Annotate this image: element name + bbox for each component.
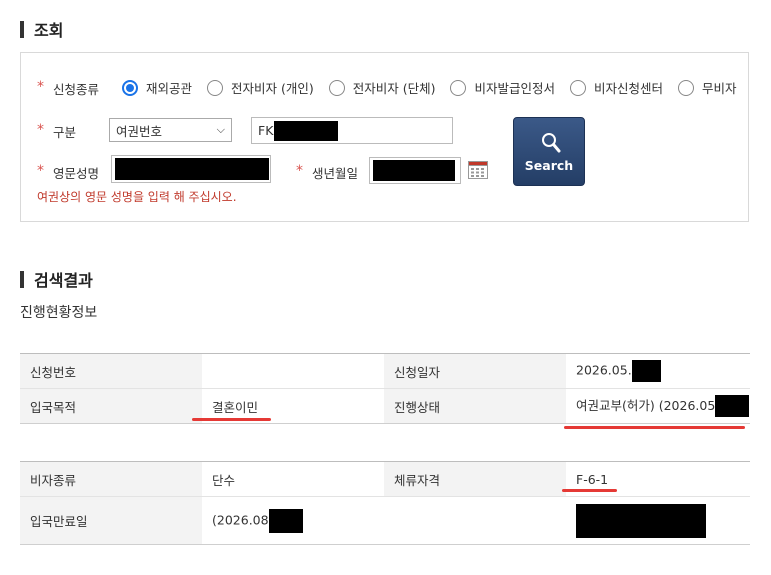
required-mark: * — [37, 79, 44, 95]
radio-button[interactable] — [207, 79, 224, 96]
highlight-underline — [562, 489, 617, 492]
redacted-block — [576, 503, 706, 538]
app-type-option[interactable]: 비자발급인정서 — [450, 78, 555, 97]
app-type-option[interactable]: 비자신청센터 — [570, 78, 663, 97]
app-type-option-label: 비자발급인정서 — [474, 81, 555, 96]
table-row: 입국만료일 (2026.08 — [20, 496, 750, 545]
table-row: 입국목적 결혼이민 진행상태 여권교부(허가) (2026.05 — [20, 388, 750, 424]
visa-table: 비자종류 단수 체류자격 F-6-1 입국만료일 (2026.08 — [20, 461, 750, 545]
app-type-option[interactable]: 전자비자 (단체) — [328, 78, 436, 97]
birth-date-label: 생년월일 — [312, 166, 359, 181]
app-type-option[interactable]: 재외공관 — [122, 78, 192, 97]
table-row: 신청번호 신청일자 2026.05. — [20, 353, 750, 389]
table-header-cell: 신청일자 — [384, 353, 566, 389]
app-type-option-label: 전자비자 (개인) — [231, 81, 314, 96]
redacted-block — [274, 120, 339, 141]
passport-number-input[interactable]: FK — [251, 117, 453, 144]
lookup-section-title: 조회 — [20, 17, 63, 41]
app-type-label: 신청종류 — [53, 82, 100, 97]
passport-number-prefix: FK — [258, 123, 274, 138]
name-hint-text: 여권상의 영문 성명을 입력 해 주십시오. — [37, 190, 237, 204]
app-type-option[interactable]: 무비자 — [678, 78, 737, 97]
app-type-option[interactable]: 전자비자 (개인) — [207, 78, 314, 97]
table-cell — [202, 354, 384, 389]
table-cell — [384, 497, 566, 545]
results-title-text: 검색결과 — [34, 271, 93, 290]
radio-button[interactable] — [450, 79, 467, 96]
table-cell: 단수 — [212, 472, 236, 488]
redacted-block — [715, 395, 750, 418]
title-bar-marker — [20, 20, 24, 38]
chevron-down-icon: ⌵ — [216, 123, 225, 136]
table-header-cell: 입국만료일 — [20, 496, 202, 545]
table-header-cell: 입국목적 — [20, 388, 202, 424]
app-type-option-label: 재외공관 — [146, 81, 193, 96]
progress-table: 신청번호 신청일자 2026.05. 입국목적 결혼이민 진행상태 여권교부(허… — [20, 353, 750, 424]
app-type-option-label: 전자비자 (단체) — [352, 81, 436, 96]
entry-purpose-value: 결혼이민 — [212, 399, 259, 415]
english-name-label: 영문성명 — [53, 166, 100, 181]
table-cell: 여권교부(허가) (2026.05 — [566, 389, 750, 424]
progress-status-value: 여권교부(허가) (2026.05 — [576, 397, 716, 413]
table-header-cell: 진행상태 — [384, 388, 566, 424]
search-button[interactable]: Search — [513, 117, 585, 186]
app-type-option-label: 무비자 — [702, 81, 737, 96]
application-date-value: 2026.05. — [576, 362, 632, 378]
search-icon — [542, 133, 561, 153]
table-row: 비자종류 단수 체류자격 F-6-1 — [20, 461, 750, 497]
radio-button[interactable] — [570, 79, 586, 96]
radio-button[interactable] — [678, 79, 695, 96]
redacted-block — [631, 360, 661, 382]
table-header-cell: 신청번호 — [20, 353, 202, 389]
redacted-block — [268, 508, 303, 533]
radio-button[interactable] — [122, 79, 138, 96]
table-cell: (2026.08 — [202, 497, 384, 545]
search-button-label: Search — [524, 158, 574, 173]
title-bar-marker — [20, 270, 24, 288]
category-select-value: 여권번호 — [116, 123, 163, 139]
category-label: 구분 — [53, 125, 77, 140]
table-cell — [566, 497, 750, 545]
table-cell: 2026.05. — [566, 354, 750, 389]
highlight-underline — [564, 426, 745, 429]
category-select[interactable]: 여권번호 ⌵ — [109, 118, 232, 142]
calendar-icon[interactable] — [468, 160, 488, 179]
english-name-input[interactable] — [111, 155, 271, 183]
required-mark: * — [37, 122, 44, 138]
stay-status-value: F-6-1 — [576, 471, 609, 487]
results-section-title: 검색결과 — [20, 267, 93, 291]
progress-info-title: 진행현황정보 — [20, 305, 98, 321]
app-type-radio-group: 재외공관 전자비자 (개인) 전자비자 (단체) 비자발급인정서 비자신청센터 무비자 — [122, 78, 752, 97]
redacted-block — [373, 160, 455, 181]
app-type-option-label: 비자신청센터 — [594, 81, 664, 96]
radio-button[interactable] — [328, 79, 345, 96]
required-mark: * — [37, 163, 44, 179]
required-mark: * — [296, 163, 303, 179]
table-header-cell: 비자종류 — [20, 461, 202, 497]
birth-date-input[interactable] — [369, 157, 461, 184]
highlight-underline — [192, 418, 271, 421]
redacted-block — [115, 158, 269, 180]
table-header-cell: 체류자격 — [384, 461, 566, 497]
entry-expiry-value: (2026.08 — [212, 512, 269, 527]
lookup-title-text: 조회 — [34, 21, 64, 40]
